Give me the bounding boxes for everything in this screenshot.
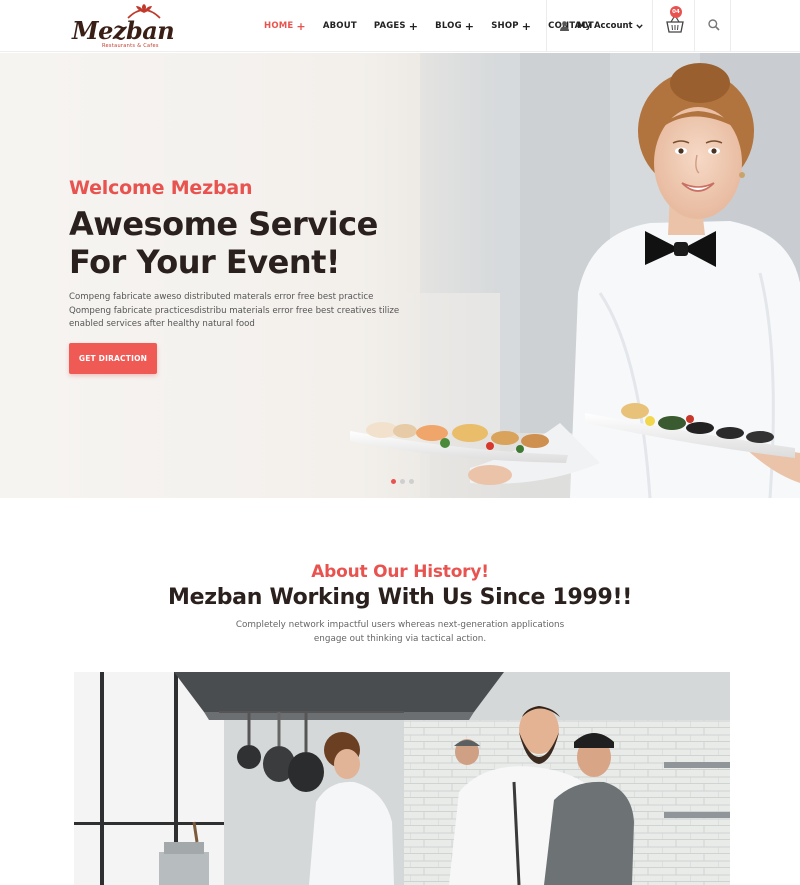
nav-label: HOME <box>264 21 294 31</box>
main-nav: HOME + ABOUT PAGES + BLOG + SHOP + CONTA… <box>264 0 611 52</box>
cart-count-badge: 04 <box>670 6 682 18</box>
search-icon[interactable] <box>707 18 721 32</box>
slider-dot-1[interactable] <box>391 479 396 484</box>
slider-dot-3[interactable] <box>409 479 414 484</box>
slider-dot-2[interactable] <box>400 479 405 484</box>
slider-pagination <box>391 479 418 484</box>
nav-item-blog[interactable]: BLOG + <box>435 21 474 32</box>
hero-description: Compeng fabricate aweso distributed mate… <box>69 292 400 329</box>
hero-welcome: Welcome Mezban <box>69 177 253 199</box>
brand-logo[interactable]: Mezban Restaurants & Cafes <box>72 4 175 49</box>
my-account-dropdown[interactable]: My Account <box>560 0 651 52</box>
nav-item-pages[interactable]: PAGES + <box>374 21 418 32</box>
hero-slider: Welcome Mezban Awesome Service For Your … <box>0 53 800 498</box>
get-direction-button[interactable]: GET DIRACTION <box>69 343 157 374</box>
nav-item-about[interactable]: ABOUT <box>323 21 357 31</box>
header-divider <box>546 0 547 52</box>
nav-item-home[interactable]: HOME + <box>264 21 306 32</box>
site-header: Mezban Restaurants & Cafes HOME + ABOUT … <box>0 0 800 52</box>
hero-content: Welcome Mezban Awesome Service For Your … <box>69 177 409 332</box>
nav-label: ABOUT <box>322 21 357 31</box>
chevron-down-icon <box>635 23 643 29</box>
header-divider <box>652 0 653 52</box>
plus-icon: + <box>408 19 419 33</box>
hero-title-line1: Awesome Service <box>69 205 378 243</box>
hero-title: Awesome Service For Your Event! <box>69 205 409 281</box>
about-title: Mezban Working With Us Since 1999!! <box>168 585 632 610</box>
header-divider <box>730 0 731 52</box>
nav-item-shop[interactable]: SHOP + <box>491 21 531 32</box>
plus-icon: + <box>521 19 532 33</box>
plus-icon: + <box>296 19 306 33</box>
nav-label: BLOG <box>435 21 462 31</box>
nav-label: SHOP <box>491 21 519 31</box>
brand-tagline: Restaurants & Cafes <box>102 43 159 49</box>
user-icon <box>560 21 569 31</box>
about-description: Completely network impactful users where… <box>235 620 565 644</box>
nav-label: PAGES <box>373 21 406 31</box>
account-label: My Account <box>577 21 633 31</box>
about-subtitle: About Our History! <box>311 562 489 582</box>
basket-icon[interactable] <box>665 15 685 35</box>
kitchen-chefs-image <box>74 672 730 885</box>
header-divider <box>694 0 695 52</box>
plus-icon: + <box>464 19 475 33</box>
hero-title-line2: For Your Event! <box>69 243 340 281</box>
brand-name: Mezban <box>72 16 175 45</box>
